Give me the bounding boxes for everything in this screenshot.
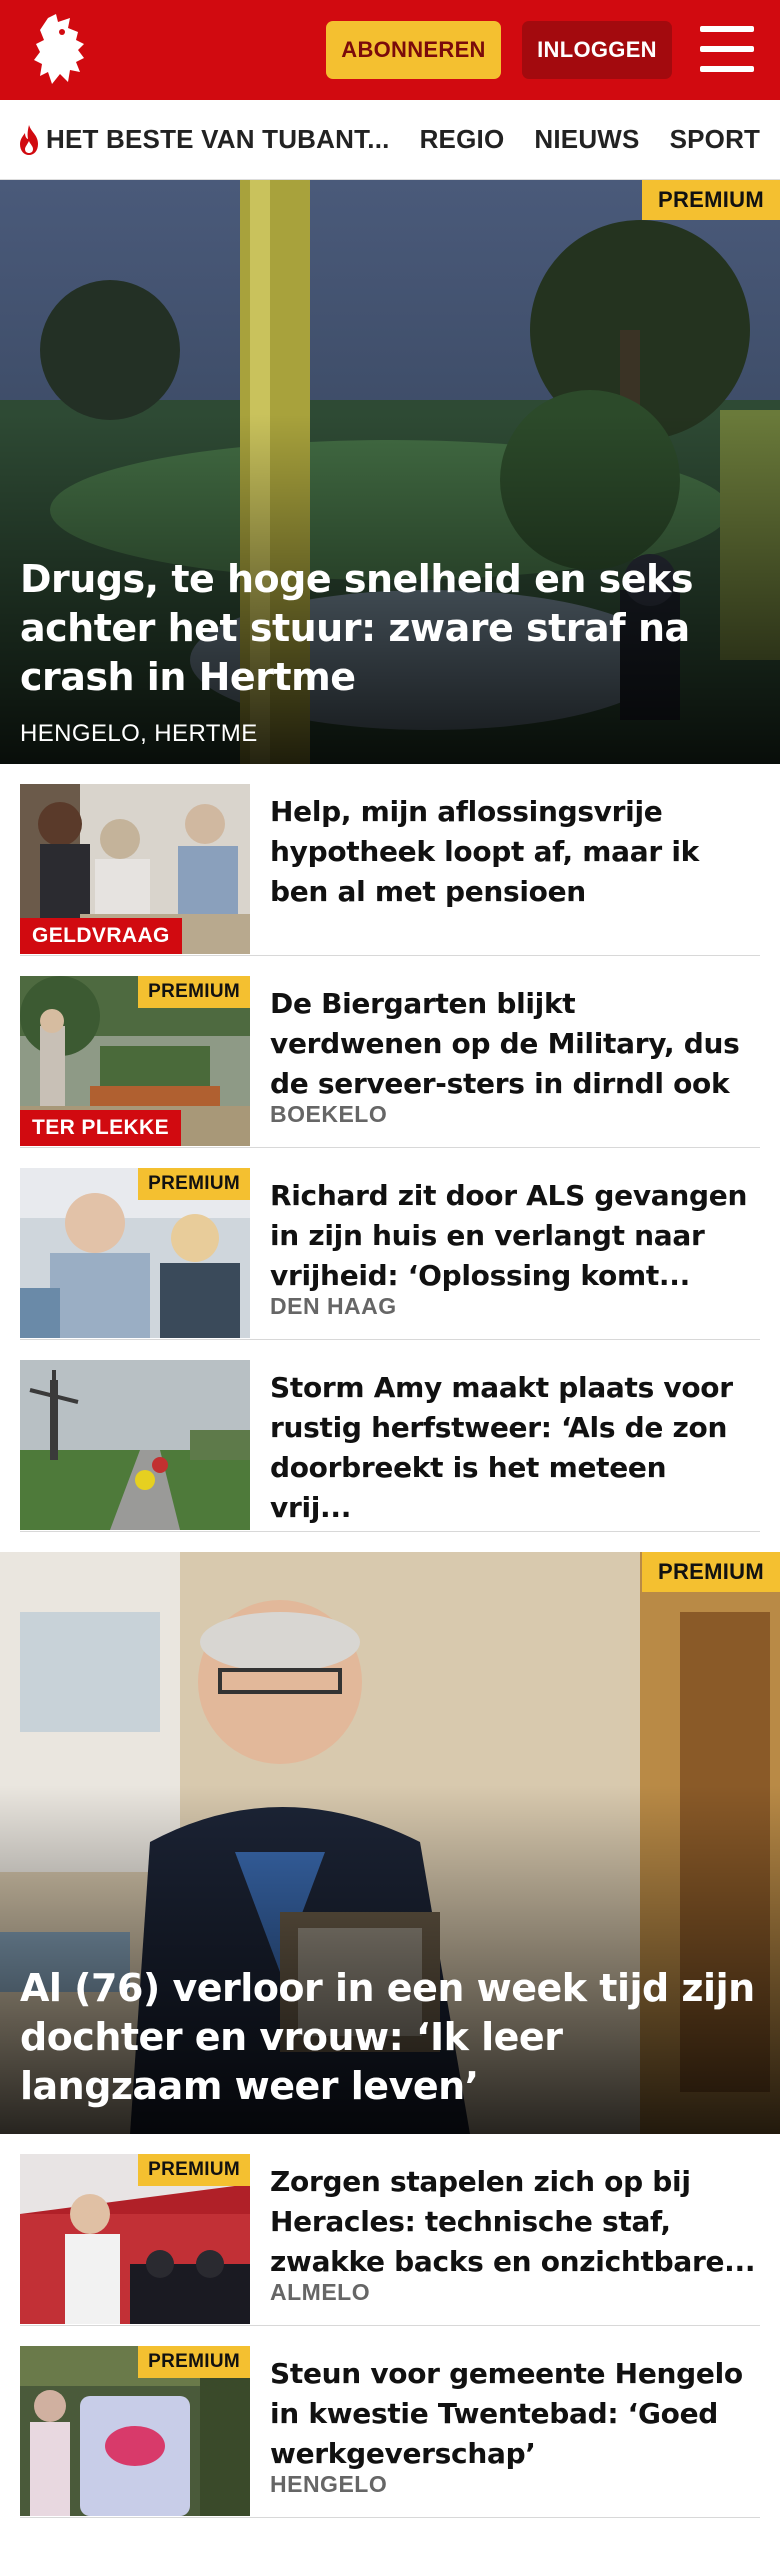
premium-badge: PREMIUM	[642, 180, 780, 220]
nav-item-label: HET BESTE VAN TUBANT...	[46, 124, 390, 154]
article-location: DEN HAAG	[270, 1293, 397, 1319]
premium-badge: PREMIUM	[642, 1552, 780, 1592]
article-title[interactable]: Zorgen stapelen zich op bij Heracles: te…	[270, 2162, 756, 2282]
category-tag: TER PLEKKE	[20, 1110, 182, 1146]
list-item[interactable]: PREMIUM Steun voor gemeente Hengelo in k…	[20, 2326, 760, 2518]
flame-icon	[20, 124, 38, 155]
horse-logo-icon[interactable]	[18, 10, 104, 90]
category-tag: GELDVRAAG	[20, 918, 182, 954]
list-item[interactable]: Storm Amy maakt plaats voor rustig herfs…	[20, 1340, 760, 1532]
list-item[interactable]: PREMIUM TER PLEKKE De Biergarten blijkt …	[20, 956, 760, 1148]
nav-item-regio[interactable]: REGIO	[420, 124, 505, 155]
hero-title[interactable]: Drugs, te hoge snelheid en seks achter h…	[20, 555, 756, 702]
article-location: BOEKELO	[270, 1101, 388, 1127]
article-thumbnail: PREMIUM TER PLEKKE	[20, 976, 250, 1146]
hamburger-menu-icon[interactable]	[700, 26, 754, 72]
premium-badge: PREMIUM	[138, 2346, 250, 2378]
list-item[interactable]: PREMIUM Zorgen stapelen zich op bij Hera…	[20, 2134, 760, 2326]
article-location: HENGELO	[270, 2471, 388, 2497]
nav-item-sport[interactable]: SPORT	[670, 124, 761, 155]
hero-location: HENGELO, HERTME	[20, 720, 258, 747]
article-title[interactable]: Storm Amy maakt plaats voor rustig herfs…	[270, 1368, 756, 1528]
subscribe-button[interactable]: ABONNEREN	[326, 21, 501, 79]
premium-badge: PREMIUM	[138, 976, 250, 1008]
hero-article[interactable]: PREMIUM Drugs, te hoge snelheid en seks …	[0, 180, 780, 764]
nav-item-nieuws[interactable]: NIEUWS	[534, 124, 639, 155]
article-thumbnail: PREMIUM	[20, 2154, 250, 2324]
nav-item-best-of[interactable]: HET BESTE VAN TUBANT...	[16, 124, 390, 156]
article-thumbnail: GELDVRAAG	[20, 784, 250, 954]
article-title[interactable]: Help, mijn aflossingsvrije hypotheek loo…	[270, 792, 756, 912]
login-button[interactable]: INLOGGEN	[522, 21, 672, 79]
section-nav: HET BESTE VAN TUBANT... REGIO NIEUWS SPO…	[0, 100, 780, 180]
hero-article[interactable]: PREMIUM Al (76) verloor in een week tijd…	[0, 1552, 780, 2134]
article-thumbnail: PREMIUM	[20, 2346, 250, 2516]
article-thumbnail: PREMIUM	[20, 1168, 250, 1338]
hero-title[interactable]: Al (76) verloor in een week tijd zijn do…	[20, 1964, 756, 2111]
top-header: ABONNEREN INLOGGEN	[0, 0, 780, 100]
article-title[interactable]: De Biergarten blijkt verdwenen op de Mil…	[270, 984, 756, 1104]
premium-badge: PREMIUM	[138, 2154, 250, 2186]
article-title[interactable]: Steun voor gemeente Hengelo in kwestie T…	[270, 2354, 756, 2474]
list-item[interactable]: PREMIUM Richard zit door ALS gevangen in…	[20, 1148, 760, 1340]
article-title[interactable]: Richard zit door ALS gevangen in zijn hu…	[270, 1176, 756, 1296]
article-location: ALMELO	[270, 2279, 371, 2305]
article-thumbnail	[20, 1360, 250, 1530]
premium-badge: PREMIUM	[138, 1168, 250, 1200]
list-item[interactable]: GELDVRAAG Help, mijn aflossingsvrije hyp…	[20, 764, 760, 956]
